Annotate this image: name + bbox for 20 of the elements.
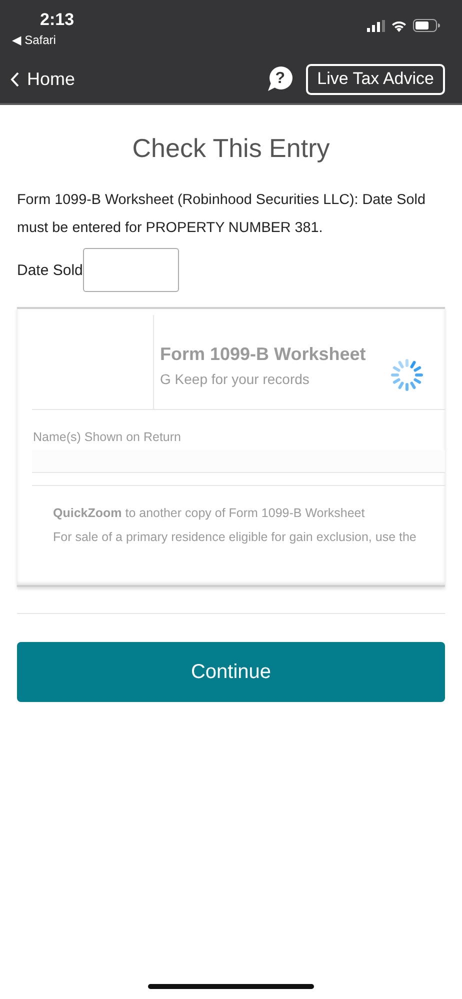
error-message: Form 1099-B Worksheet (Robinhood Securities LLC): Date Sold must be entered for PROPERTY NUMBER 381. bbox=[17, 191, 426, 238]
worksheet-title: Form 1099-B Worksheet bbox=[160, 343, 366, 365]
wifi-icon bbox=[391, 20, 407, 32]
chevron-left-icon bbox=[10, 72, 19, 86]
field-label: Date Sold bbox=[17, 262, 83, 278]
clock-time: 2:13 bbox=[40, 10, 74, 30]
back-button[interactable]: Home bbox=[10, 68, 76, 90]
worksheet-note: For sale of a primary residence eligible for gain exclusion, use the bbox=[53, 530, 418, 544]
battery-icon bbox=[413, 19, 440, 32]
live-tax-advice-button[interactable]: Live Tax Advice bbox=[306, 64, 445, 94]
worksheet-subtitle: G Keep for your records bbox=[160, 371, 310, 387]
date-sold-field[interactable] bbox=[82, 248, 179, 292]
field-label: Name(s) Shown on Return bbox=[33, 430, 182, 444]
signal-icon bbox=[367, 20, 385, 32]
quickzoom-text: QuickZoom to another copy of Form 1099-B Worksheet bbox=[53, 506, 366, 520]
continue-button[interactable]: Continue bbox=[17, 642, 445, 702]
page-title: Check This Entry bbox=[131, 132, 331, 164]
loading-spinner-icon bbox=[389, 357, 425, 393]
back-to-app-link[interactable]: ◀ Safari bbox=[12, 32, 74, 48]
help-button[interactable]: ? bbox=[267, 66, 294, 92]
